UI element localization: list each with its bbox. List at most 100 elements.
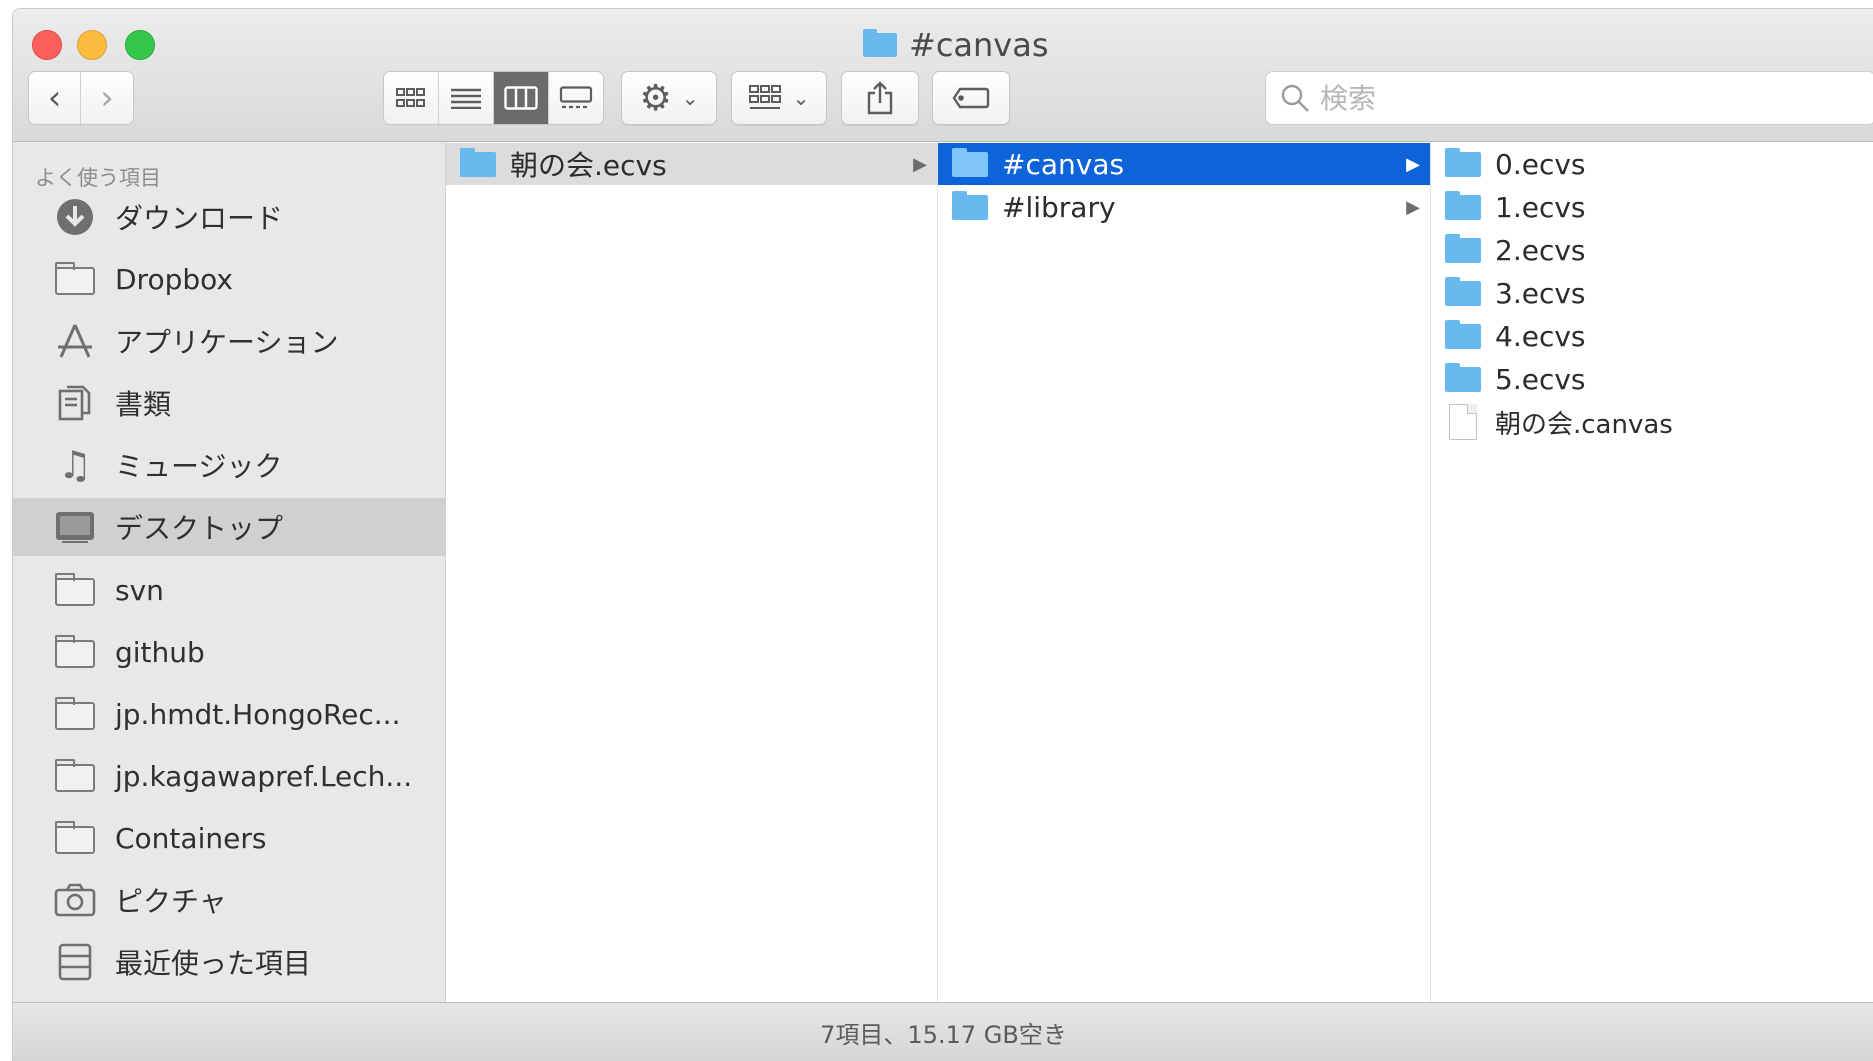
desktop-icon <box>53 507 97 547</box>
forward-button[interactable]: › <box>81 72 133 124</box>
title-bar: #canvas ‹ › ⚙ ⌄ ⌄ <box>13 9 1873 142</box>
sidebar-item-github[interactable]: github <box>13 624 445 680</box>
sidebar-item-pictures[interactable]: ピクチャ <box>13 872 445 928</box>
close-window-button[interactable] <box>32 30 62 60</box>
arrange-grid-icon <box>748 85 781 109</box>
status-text: 7項目、15.17 GB空き <box>820 1021 1067 1049</box>
list-item-canvas[interactable]: #canvas ▶ <box>938 143 1430 185</box>
tag-icon <box>952 87 990 109</box>
disclosure-arrow-icon: ▶ <box>1406 196 1420 218</box>
sidebar-item-label: jp.hmdt.HongoRec... <box>115 697 401 731</box>
sidebar-item-applications[interactable]: アプリケーション <box>13 313 445 369</box>
list-item-asanokai-canvas[interactable]: 朝の会.canvas <box>1431 401 1873 443</box>
folder-icon <box>55 697 95 730</box>
folder-icon <box>952 190 988 220</box>
list-item-2-ecvs[interactable]: 2.ecvs <box>1431 229 1873 271</box>
folder-icon <box>460 147 496 177</box>
folder-icon <box>1445 276 1481 306</box>
sidebar-item-label: 書類 <box>115 388 172 421</box>
list-item-5-ecvs[interactable]: 5.ecvs <box>1431 358 1873 400</box>
music-icon: ♫ <box>57 443 93 487</box>
applications-icon <box>53 321 97 361</box>
share-button[interactable] <box>841 71 919 125</box>
item-name: 1.ecvs <box>1495 190 1586 224</box>
back-button[interactable]: ‹ <box>29 72 81 124</box>
folder-icon <box>1445 190 1481 220</box>
share-icon <box>867 81 893 115</box>
sidebar-item-music[interactable]: ♫ ミュージック <box>13 437 445 493</box>
list-item-0-ecvs[interactable]: 0.ecvs <box>1431 143 1873 185</box>
camera-icon <box>53 880 97 920</box>
chevron-down-icon: ⌄ <box>681 86 699 110</box>
gallery-view-button[interactable] <box>549 72 603 124</box>
disclosure-arrow-icon: ▶ <box>1406 153 1420 175</box>
action-menu-button[interactable]: ⚙ ⌄ <box>621 71 717 125</box>
disclosure-arrow-icon: ▶ <box>913 153 927 175</box>
icon-view-button[interactable] <box>384 72 439 124</box>
sidebar-item-label: ピクチャ <box>115 885 227 918</box>
sidebar-item-label: ミュージック <box>115 450 283 483</box>
tags-button[interactable] <box>932 71 1010 125</box>
folder-icon <box>1445 362 1481 392</box>
window-title: #canvas <box>863 23 1049 67</box>
sidebar-item-kagawapref[interactable]: jp.kagawapref.Lech... <box>13 748 445 804</box>
sidebar-item-label: jp.kagawapref.Lech... <box>115 759 413 793</box>
item-name: #library <box>1002 190 1116 224</box>
list-item-4-ecvs[interactable]: 4.ecvs <box>1431 315 1873 357</box>
zoom-window-button[interactable] <box>125 30 155 60</box>
item-name: #canvas <box>1002 147 1125 181</box>
search-input[interactable] <box>1318 80 1822 116</box>
sidebar-item-label: ダウンロード <box>115 202 284 235</box>
sidebar-item-svn[interactable]: svn <box>13 562 445 618</box>
folder-icon <box>1445 233 1481 263</box>
sidebar-item-label: svn <box>115 573 164 607</box>
folder-icon <box>952 147 988 177</box>
recents-icon <box>53 942 97 982</box>
column-view-button[interactable] <box>493 72 550 124</box>
download-icon <box>53 197 97 237</box>
sidebar: よく使う項目 ダウンロード Dropbox アプリケーション 書類 ♫ ミュージ… <box>13 142 446 1002</box>
sidebar-item-label: Containers <box>115 821 267 855</box>
search-field[interactable] <box>1265 71 1873 125</box>
chevron-down-icon: ⌄ <box>792 86 810 110</box>
folder-icon <box>55 573 95 606</box>
item-name: 朝の会.ecvs <box>510 149 667 182</box>
sidebar-item-desktop[interactable]: デスクトップ <box>13 498 445 556</box>
item-name: 3.ecvs <box>1495 276 1586 310</box>
sidebar-item-recents[interactable]: 最近使った項目 <box>13 934 445 990</box>
sidebar-item-label: デスクトップ <box>115 512 284 545</box>
sidebar-item-hongorec[interactable]: jp.hmdt.HongoRec... <box>13 686 445 742</box>
list-item-3-ecvs[interactable]: 3.ecvs <box>1431 272 1873 314</box>
back-forward-control: ‹ › <box>28 71 134 125</box>
sidebar-item-dropbox[interactable]: Dropbox <box>13 251 445 307</box>
sidebar-item-label: github <box>115 635 205 669</box>
search-icon <box>1281 84 1309 112</box>
list-item-library[interactable]: #library ▶ <box>938 186 1430 228</box>
folder-icon <box>55 635 95 668</box>
document-icon <box>1449 404 1477 440</box>
item-name: 4.ecvs <box>1495 319 1586 353</box>
folder-icon <box>55 759 95 792</box>
sidebar-item-documents[interactable]: 書類 <box>13 375 445 431</box>
list-view-icon <box>450 88 481 109</box>
arrange-menu-button[interactable]: ⌄ <box>731 71 827 125</box>
list-item-1-ecvs[interactable]: 1.ecvs <box>1431 186 1873 228</box>
item-name: 朝の会.canvas <box>1495 409 1673 440</box>
window-title-text: #canvas <box>909 26 1049 64</box>
gear-icon: ⚙ <box>639 77 672 119</box>
folder-icon <box>1445 147 1481 177</box>
status-bar: 7項目、15.17 GB空き <box>13 1002 1873 1061</box>
sidebar-item-label: Dropbox <box>115 262 233 296</box>
sidebar-favorites-header: よく使う項目 <box>35 166 161 190</box>
folder-icon <box>55 821 95 854</box>
sidebar-item-downloads[interactable]: ダウンロード <box>13 189 445 245</box>
minimize-window-button[interactable] <box>77 30 107 60</box>
sidebar-item-containers[interactable]: Containers <box>13 810 445 866</box>
list-view-button[interactable] <box>439 72 494 124</box>
folder-icon <box>863 29 897 57</box>
column-2: #canvas ▶ #library ▶ <box>938 142 1431 1002</box>
column-1: 朝の会.ecvs ▶ <box>446 142 938 1002</box>
sidebar-item-label: 最近使った項目 <box>115 947 312 980</box>
item-name: 5.ecvs <box>1495 362 1586 396</box>
list-item-asanokai-ecvs[interactable]: 朝の会.ecvs ▶ <box>446 143 937 185</box>
